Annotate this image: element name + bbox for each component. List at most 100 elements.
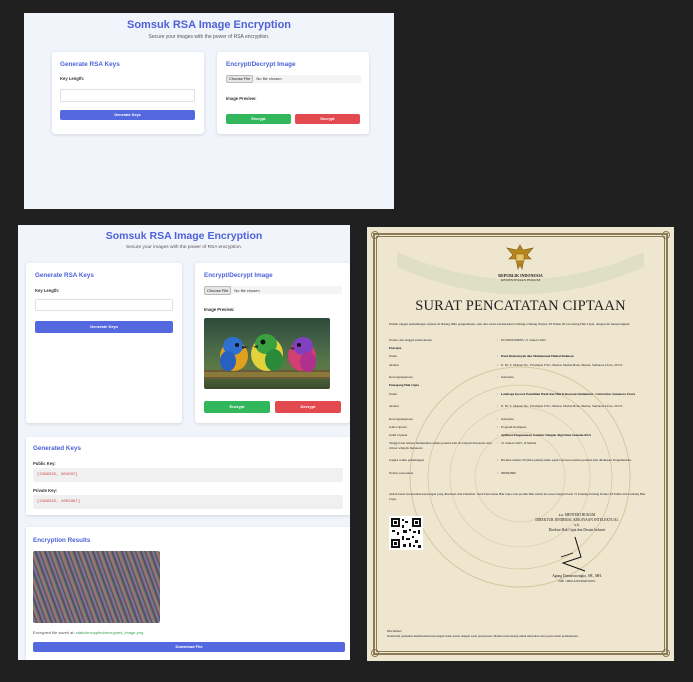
certificate-row-label: Jenis Ciptaan bbox=[389, 425, 407, 429]
certificate-row-colon: : bbox=[497, 433, 498, 438]
certificate-row-label: Jangka waktu pelindungan bbox=[389, 458, 425, 463]
signature-line-3: u.b. bbox=[574, 523, 580, 527]
certificate-row-value: 000843866 bbox=[501, 471, 516, 475]
certificate-row-label: Pemegang Hak Cipta bbox=[389, 383, 420, 388]
certificate-title: SURAT PENCATATAN CIPTAAN bbox=[415, 298, 626, 314]
certificate-row-value: Program Komputer bbox=[501, 425, 527, 429]
certificate-row-label: Kewarganegaraan bbox=[389, 416, 413, 421]
card-title: Encrypt/Decrypt Image bbox=[204, 272, 273, 279]
certificate-intro: Dalam rangka pelindungan ciptaan di bida… bbox=[389, 322, 631, 326]
encrypt-decrypt-card: Encrypt/Decrypt Image Choose File No fil… bbox=[195, 263, 350, 423]
key-length-label: Key Length: bbox=[35, 288, 60, 293]
certificate-row-colon: : bbox=[497, 425, 498, 429]
encrypt-decrypt-card: Encrypt/Decrypt Image Choose File No fil… bbox=[217, 52, 369, 134]
signature-line-4: Direktur Hak Cipta dan Desain Industri bbox=[548, 528, 606, 532]
generated-keys-section: Generated Keys Public Key: [2389325, 304… bbox=[26, 437, 350, 515]
key-length-input[interactable] bbox=[60, 89, 195, 102]
section-title: Generated Keys bbox=[33, 445, 81, 452]
certificate-row-value: Indonesia bbox=[501, 375, 514, 380]
certificate-row-colon: : bbox=[497, 391, 498, 396]
certificate-row-label: Pencipta bbox=[389, 346, 402, 351]
signer-nip: NIP. 196912261994031001 bbox=[558, 579, 596, 583]
certificate-row-label: Nomor dan tanggal permohonan bbox=[389, 338, 432, 342]
decrypt-button[interactable]: Decrypt bbox=[295, 114, 360, 124]
certificate-row-colon: : bbox=[497, 338, 498, 342]
save-status-path[interactable]: static/encrypted/encrypted_image.png bbox=[76, 630, 144, 635]
corner-ornament-icon bbox=[662, 231, 670, 239]
encrypt-button[interactable]: Encrypt bbox=[204, 401, 270, 413]
file-input[interactable]: Choose File No file chosen bbox=[226, 75, 361, 83]
signer-name: Agung Damarsasongko, SH., MH. bbox=[552, 574, 602, 578]
certificate-row-label: Judul Ciptaan bbox=[389, 433, 408, 438]
save-status: Encrypted file saved at: static/encrypte… bbox=[33, 630, 143, 635]
app-title: Somsuk RSA Image Encryption bbox=[126, 19, 292, 31]
app-screenshot-initial: Somsuk RSA Image Encryption Secure your … bbox=[24, 13, 394, 209]
certificate-row-label: Nama bbox=[389, 354, 397, 359]
app-subtitle: Secure your images with the power of RSA… bbox=[126, 245, 242, 250]
private-key-label: Private Key: bbox=[33, 488, 58, 493]
app-subtitle: Secure your images with the power of RSA… bbox=[148, 34, 270, 40]
image-preview-label: Image Preview: bbox=[226, 96, 257, 101]
app-title: Somsuk RSA Image Encryption bbox=[105, 230, 263, 242]
file-input[interactable]: Choose File No file chosen bbox=[204, 285, 342, 295]
choose-file-button[interactable]: Choose File bbox=[226, 75, 254, 83]
private-key-value: [2389325, 2003367] bbox=[33, 495, 343, 509]
certificate-row-colon: : bbox=[497, 404, 498, 409]
certificate-row-colon: : bbox=[497, 362, 498, 367]
certificate-closing: adalah benar berdasarkan keterangan yang… bbox=[389, 492, 646, 501]
certificate-row-colon: : bbox=[497, 354, 498, 359]
certificate-row-value: 21 Januari 2025, di Medan bbox=[501, 441, 537, 446]
no-file-text: No file chosen bbox=[256, 76, 282, 81]
certificate-row-value: Jl. Dr. T. Mansur No. 9 Kampus USU, Meda… bbox=[501, 404, 623, 409]
certificate-row-label: Nama bbox=[389, 391, 397, 396]
encrypted-image bbox=[33, 551, 160, 623]
disclaimer-title: Disclaimer: bbox=[387, 629, 402, 633]
download-file-button[interactable]: Download File bbox=[33, 642, 345, 652]
signature-line-2: DIREKTUR JENDERAL KEKAYAAN INTELEKTUAL bbox=[535, 518, 619, 522]
certificate-row-value: Aplikasi Pengamanan Gambar Dengan Algori… bbox=[501, 433, 591, 438]
image-preview bbox=[204, 318, 330, 389]
disclaimer-text: Dalam hal pemohon memberikan keterangan … bbox=[387, 634, 579, 638]
public-key-label: Public Key: bbox=[33, 461, 56, 466]
certificate-row-label: Alamat bbox=[389, 362, 399, 367]
certificate-row-label: Tanggal dan tempat diumumkan untuk perta… bbox=[389, 441, 492, 450]
signature-mark-icon bbox=[560, 536, 586, 572]
app-screenshot-results: Somsuk RSA Image Encryption Secure your … bbox=[18, 225, 350, 660]
certificate-row-colon: : bbox=[497, 441, 498, 446]
qr-code-icon bbox=[389, 516, 423, 550]
section-title: Encryption Results bbox=[33, 537, 91, 544]
encrypt-button[interactable]: Encrypt bbox=[226, 114, 291, 124]
key-length-input[interactable] bbox=[35, 299, 173, 311]
key-length-label: Key Length: bbox=[60, 76, 85, 81]
corner-ornament-icon bbox=[371, 231, 379, 239]
garuda-emblem-icon bbox=[506, 244, 534, 270]
certificate-row-value: EC00202509085, 21 Januari 2025 bbox=[501, 338, 547, 342]
public-key-value: [2389325, 304037] bbox=[33, 468, 343, 482]
signature-line-1: a.n. MENTERI HUKUM bbox=[558, 513, 596, 517]
no-file-text: No file chosen bbox=[234, 287, 260, 293]
certificate-row-value: Lembaga Inovasi Penelitian Hasil dan Hak… bbox=[501, 391, 635, 396]
corner-ornament-icon bbox=[371, 649, 379, 657]
certificate-row-colon: : bbox=[497, 375, 498, 380]
certificate-row-label: Nomor pencatatan bbox=[389, 471, 414, 475]
generate-keys-card: Generate RSA Keys Key Length: Generate K… bbox=[52, 52, 204, 134]
certificate-row-value: Jl. Dr. T. Mansur No. 9 Kampus USU, Meda… bbox=[501, 362, 623, 367]
corner-ornament-icon bbox=[662, 649, 670, 657]
certificate-row-value: Berlaku selama 50 (lima puluh) tahun sej… bbox=[501, 458, 632, 463]
certificate-row-colon: : bbox=[497, 471, 498, 475]
image-preview-label: Image Preview: bbox=[204, 307, 235, 312]
encryption-results-section: Encryption Results Encrypted file saved … bbox=[26, 527, 350, 660]
certificate-row-label: Kewarganegaraan bbox=[389, 375, 413, 380]
generate-keys-button[interactable]: Generate Keys bbox=[35, 321, 173, 333]
card-title: Generate RSA Keys bbox=[60, 61, 120, 68]
decrypt-button[interactable]: Decrypt bbox=[275, 401, 341, 413]
generate-keys-card: Generate RSA Keys Key Length: Generate K… bbox=[26, 263, 182, 423]
ministry-label: KEMENTERIAN HUKUM bbox=[500, 278, 541, 282]
certificate-row-value: Dani Ruchansyah dan Muhammad Haikal Rahm… bbox=[501, 354, 574, 359]
copyright-certificate: REPUBLIK INDONESIA KEMENTERIAN HUKUM SUR… bbox=[367, 227, 674, 661]
certificate-row-value: Indonesia bbox=[501, 416, 514, 421]
choose-file-button[interactable]: Choose File bbox=[204, 285, 232, 295]
generate-keys-button[interactable]: Generate Keys bbox=[60, 110, 195, 120]
certificate-row-colon: : bbox=[497, 458, 498, 463]
certificate-row-colon: : bbox=[497, 416, 498, 421]
